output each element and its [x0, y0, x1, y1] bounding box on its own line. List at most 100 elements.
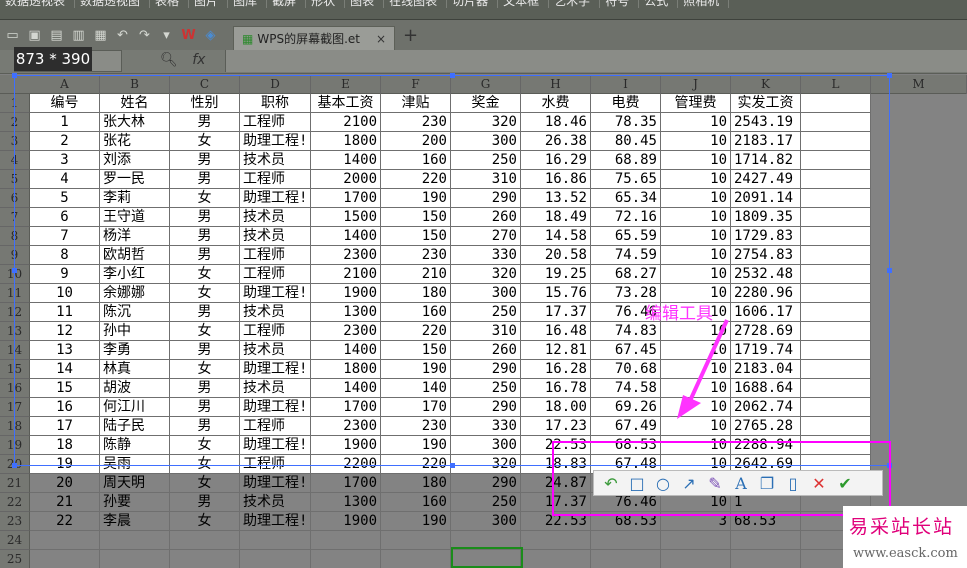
cell[interactable]: 1300	[311, 493, 381, 512]
cell[interactable]	[591, 550, 661, 568]
ribbon-item[interactable]: 公式	[639, 0, 679, 8]
ribbon-item[interactable]: 图库	[228, 0, 268, 8]
cell[interactable]: 22	[30, 512, 100, 531]
cell[interactable]	[240, 531, 311, 550]
cell[interactable]: 68.53	[591, 436, 661, 455]
cell[interactable]: 300	[451, 512, 521, 531]
cell[interactable]: 330	[451, 417, 521, 436]
cell[interactable]: 1900	[311, 284, 381, 303]
cell[interactable]: 男	[170, 151, 240, 170]
cell[interactable]	[801, 284, 871, 303]
cell[interactable]: 230	[381, 113, 451, 132]
cell[interactable]	[801, 227, 871, 246]
cell[interactable]: 68.53	[731, 512, 801, 531]
ribbon-item[interactable]: 表格	[150, 0, 190, 8]
cell[interactable]: 150	[381, 341, 451, 360]
cell[interactable]: 16.29	[521, 151, 591, 170]
undo-icon[interactable]: ↶	[113, 26, 132, 45]
cell[interactable]: 2183.17	[731, 132, 801, 151]
cell[interactable]: 刘添	[100, 151, 170, 170]
cell[interactable]: 女	[170, 132, 240, 151]
cell[interactable]: 230	[381, 246, 451, 265]
cell[interactable]: 15	[30, 379, 100, 398]
cell[interactable]: 14.58	[521, 227, 591, 246]
cell[interactable]: 罗一民	[100, 170, 170, 189]
cell[interactable]: 19.25	[521, 265, 591, 284]
cell[interactable]: 170	[381, 398, 451, 417]
cell[interactable]: 工程师	[240, 455, 311, 474]
cell[interactable]: 李小红	[100, 265, 170, 284]
ribbon-item[interactable]: 图片	[189, 0, 229, 8]
cell[interactable]: 工程师	[240, 246, 311, 265]
cell[interactable]: 13	[30, 341, 100, 360]
cell[interactable]	[801, 170, 871, 189]
cell[interactable]: 16	[30, 398, 100, 417]
cell[interactable]: 10	[661, 208, 731, 227]
cell[interactable]: 18.83	[521, 455, 591, 474]
cell[interactable]: 190	[381, 436, 451, 455]
cell[interactable]: 12.81	[521, 341, 591, 360]
cell[interactable]: 工程师	[240, 265, 311, 284]
copy-icon[interactable]: ❐	[754, 472, 780, 494]
redo-icon[interactable]: ↷	[135, 26, 154, 45]
cell[interactable]: 190	[381, 189, 451, 208]
cell[interactable]: 250	[451, 151, 521, 170]
cell[interactable]	[100, 531, 170, 550]
cell[interactable]: 300	[451, 436, 521, 455]
cell[interactable]: 17.37	[521, 303, 591, 322]
cell[interactable]	[381, 550, 451, 568]
ribbon-item[interactable]: 切片器	[447, 0, 499, 8]
cell[interactable]: 10	[30, 284, 100, 303]
cell[interactable]: 1800	[311, 132, 381, 151]
column-header[interactable]: A	[30, 75, 100, 94]
cell[interactable]: 2754.83	[731, 246, 801, 265]
cell[interactable]: 21	[30, 493, 100, 512]
ribbon-item[interactable]: 在线图表	[384, 0, 448, 8]
cell[interactable]: 68.89	[591, 151, 661, 170]
cell[interactable]: 孙要	[100, 493, 170, 512]
cell[interactable]	[661, 550, 731, 568]
cell[interactable]: 李晨	[100, 512, 170, 531]
cell[interactable]: 320	[451, 455, 521, 474]
cell[interactable]: 水费	[521, 94, 591, 113]
cell[interactable]: 性别	[170, 94, 240, 113]
cell[interactable]: 7	[30, 227, 100, 246]
cell[interactable]: 160	[381, 493, 451, 512]
cell[interactable]: 男	[170, 208, 240, 227]
cell[interactable]: 68.53	[591, 512, 661, 531]
cell[interactable]: 15.76	[521, 284, 591, 303]
cell[interactable]: 1300	[311, 303, 381, 322]
pen-icon[interactable]: ✎	[702, 472, 728, 494]
cell[interactable]: 1400	[311, 151, 381, 170]
cell[interactable]: 10	[661, 246, 731, 265]
cell[interactable]: 1700	[311, 474, 381, 493]
zoom-icon[interactable]: 🔍︎	[160, 52, 178, 68]
cell[interactable]: 22.53	[521, 436, 591, 455]
cell[interactable]: 10	[661, 227, 731, 246]
cell[interactable]: 65.59	[591, 227, 661, 246]
cell[interactable]	[801, 132, 871, 151]
column-header[interactable]: B	[100, 75, 170, 94]
cell[interactable]: 12	[30, 322, 100, 341]
cell[interactable]: 320	[451, 265, 521, 284]
column-header[interactable]: J	[661, 75, 731, 94]
cell[interactable]: 310	[451, 170, 521, 189]
cell[interactable]: 2765.28	[731, 417, 801, 436]
cell[interactable]: 1400	[311, 379, 381, 398]
cell[interactable]: 1719.74	[731, 341, 801, 360]
cell[interactable]: 助理工程!	[240, 512, 311, 531]
cell[interactable]: 管理费	[661, 94, 731, 113]
cell[interactable]: 女	[170, 512, 240, 531]
cell[interactable]: 270	[451, 227, 521, 246]
cell[interactable]: 男	[170, 303, 240, 322]
cell[interactable]: 220	[381, 170, 451, 189]
cell[interactable]	[661, 531, 731, 550]
cell[interactable]	[801, 398, 871, 417]
cell[interactable]	[311, 531, 381, 550]
cell[interactable]: 2300	[311, 322, 381, 341]
cell[interactable]: 男	[170, 170, 240, 189]
text-icon[interactable]: A	[728, 472, 754, 494]
ribbon-item[interactable]: 文本框	[498, 0, 550, 8]
column-header[interactable]: I	[591, 75, 661, 94]
cell[interactable]: 16.86	[521, 170, 591, 189]
